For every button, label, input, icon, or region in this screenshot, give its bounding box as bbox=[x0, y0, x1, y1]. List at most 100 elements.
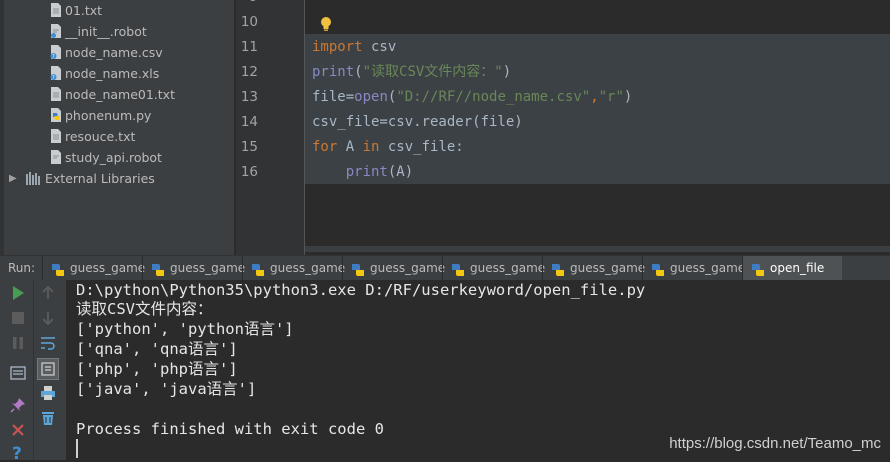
print-icon[interactable] bbox=[38, 383, 58, 403]
run-tab-label: guess_game bbox=[570, 261, 646, 275]
editor-horizontal-scrollbar[interactable] bbox=[305, 246, 890, 252]
run-tab-label: guess_game bbox=[70, 261, 146, 275]
tree-item-label: External Libraries bbox=[45, 171, 155, 186]
python-run-icon bbox=[251, 261, 265, 276]
tree-item-label: resouce.txt bbox=[65, 129, 136, 144]
line-number-gutter: 9 10 11 12 13 14 15 16 bbox=[236, 0, 304, 255]
run-tab-label: open_file bbox=[770, 261, 825, 275]
python-run-icon bbox=[151, 261, 165, 276]
tree-item-label: 01.txt bbox=[65, 3, 103, 18]
dump-threads-icon[interactable] bbox=[8, 363, 28, 383]
pin-tab-icon[interactable] bbox=[8, 395, 28, 415]
tree-item-label: node_name01.txt bbox=[65, 87, 175, 102]
svg-text:?: ? bbox=[12, 444, 22, 462]
svg-text:?: ? bbox=[52, 75, 55, 80]
run-console[interactable]: D:\python\Python35\python3.exe D:/RF/use… bbox=[66, 280, 890, 460]
tree-item-node-name-xls[interactable]: ? node_name.xls bbox=[0, 63, 234, 84]
console-line: D:\python\Python35\python3.exe D:/RF/use… bbox=[76, 281, 646, 299]
code-editor[interactable]: import csv print("读取CSV文件内容：") file=open… bbox=[305, 0, 890, 255]
library-icon bbox=[26, 172, 40, 186]
tree-item-node-name01-txt[interactable]: node_name01.txt bbox=[0, 84, 234, 105]
run-tab-guess-game[interactable]: guess_game bbox=[442, 256, 546, 280]
code-text: (A) bbox=[387, 164, 414, 180]
code-text: csv_file=csv.reader(file) bbox=[312, 114, 523, 130]
run-tab-guess-game[interactable]: guess_game bbox=[42, 256, 146, 280]
run-tab-label: guess_game bbox=[670, 261, 746, 275]
code-line-16: print(A) bbox=[312, 160, 413, 185]
code-text: file= bbox=[312, 89, 355, 105]
code-line-11: import csv bbox=[312, 35, 396, 60]
code-text: A bbox=[337, 139, 363, 155]
watermark: https://blog.csdn.net/Teamo_mc bbox=[669, 435, 881, 452]
code-line-14: csv_file=csv.reader(file) bbox=[312, 110, 523, 135]
run-tab-guess-game[interactable]: guess_game bbox=[342, 256, 446, 280]
stop-icon[interactable] bbox=[8, 308, 28, 328]
run-tab-guess-game[interactable]: guess_game bbox=[142, 256, 245, 280]
console-line: ['java', 'java语言'] bbox=[76, 380, 257, 398]
python-file-icon bbox=[50, 108, 62, 122]
python-run-icon bbox=[751, 261, 765, 276]
line-number: 13 bbox=[240, 89, 258, 105]
help-icon[interactable]: ? bbox=[8, 442, 28, 462]
code-line-15: for A in csv_file: bbox=[312, 135, 464, 160]
scroll-up-icon[interactable] bbox=[38, 283, 58, 303]
keyword: in bbox=[362, 139, 380, 155]
tree-item-node-name-csv[interactable]: ? node_name.csv bbox=[0, 42, 234, 63]
text-file-icon bbox=[50, 87, 62, 101]
tree-item-init-robot[interactable]: __init__.robot bbox=[0, 21, 234, 42]
tree-item-study-api-robot[interactable]: study_api.robot bbox=[0, 147, 234, 168]
expand-arrow-icon[interactable]: ▶ bbox=[9, 168, 17, 189]
pause-icon[interactable] bbox=[8, 333, 28, 353]
soft-wrap-icon[interactable] bbox=[38, 333, 58, 353]
builtin: print bbox=[312, 64, 355, 80]
code-text: ) bbox=[623, 89, 633, 105]
project-tree: 01.txt __init__.robot ? node_name.csv ? … bbox=[0, 0, 234, 255]
run-tab-guess-game[interactable]: guess_game bbox=[542, 256, 646, 280]
tree-item-label: phonenum.py bbox=[65, 108, 152, 123]
close-icon[interactable] bbox=[8, 420, 28, 440]
tree-item-label: __init__.robot bbox=[65, 24, 147, 39]
scroll-to-end-icon[interactable] bbox=[37, 358, 59, 380]
tree-item-01-txt[interactable]: 01.txt bbox=[0, 0, 234, 21]
robot-file-icon bbox=[50, 150, 62, 164]
code-line-13: file=open("D://RF//node_name.csv","r") bbox=[312, 85, 632, 110]
line-number: 16 bbox=[240, 164, 258, 180]
keyword: for bbox=[312, 139, 338, 155]
code-text: ( bbox=[354, 64, 363, 80]
svg-text:?: ? bbox=[52, 54, 55, 59]
run-tab-guess-game[interactable]: guess_game bbox=[242, 256, 345, 280]
run-tab-guess-game[interactable]: guess_game bbox=[642, 256, 746, 280]
python-run-icon bbox=[551, 261, 565, 276]
unknown-file-icon: ? bbox=[50, 45, 62, 59]
string-literal: "r" bbox=[598, 89, 624, 105]
scroll-down-icon[interactable] bbox=[38, 308, 58, 328]
run-tab-label: guess_game bbox=[370, 261, 446, 275]
console-line: 读取CSV文件内容： bbox=[76, 300, 213, 318]
python-run-icon bbox=[451, 261, 465, 276]
line-number: 14 bbox=[240, 114, 258, 130]
clear-all-icon[interactable] bbox=[38, 408, 58, 428]
rerun-icon[interactable] bbox=[8, 283, 28, 303]
code-line-12: print("读取CSV文件内容：") bbox=[312, 60, 511, 85]
lightbulb-icon[interactable] bbox=[319, 16, 333, 32]
tree-item-external-libraries[interactable]: ▶ External Libraries bbox=[0, 168, 234, 189]
string-literal: "读取CSV文件内容：" bbox=[362, 64, 503, 80]
console-caret bbox=[76, 439, 78, 458]
line-number: 9 bbox=[228, 0, 258, 10]
console-line: ['php', 'php语言'] bbox=[76, 360, 238, 378]
run-tab-open-file[interactable]: open_file bbox=[742, 256, 842, 280]
toolbar-separator bbox=[33, 280, 34, 460]
string-literal: "D://RF//node_name.csv" bbox=[396, 89, 591, 105]
tree-item-resouce-txt[interactable]: resouce.txt bbox=[0, 126, 234, 147]
text-file-icon bbox=[50, 3, 62, 17]
code-text: , bbox=[590, 89, 599, 105]
tree-item-phonenum-py[interactable]: phonenum.py bbox=[0, 105, 234, 126]
line-number: 12 bbox=[240, 64, 258, 80]
line-number: 10 bbox=[240, 14, 258, 30]
keyword: import bbox=[312, 39, 363, 55]
tree-item-label: study_api.robot bbox=[65, 150, 162, 165]
code-text: csv_file: bbox=[379, 139, 464, 155]
run-tab-label: guess_game bbox=[470, 261, 546, 275]
line-number: 11 bbox=[240, 39, 258, 55]
